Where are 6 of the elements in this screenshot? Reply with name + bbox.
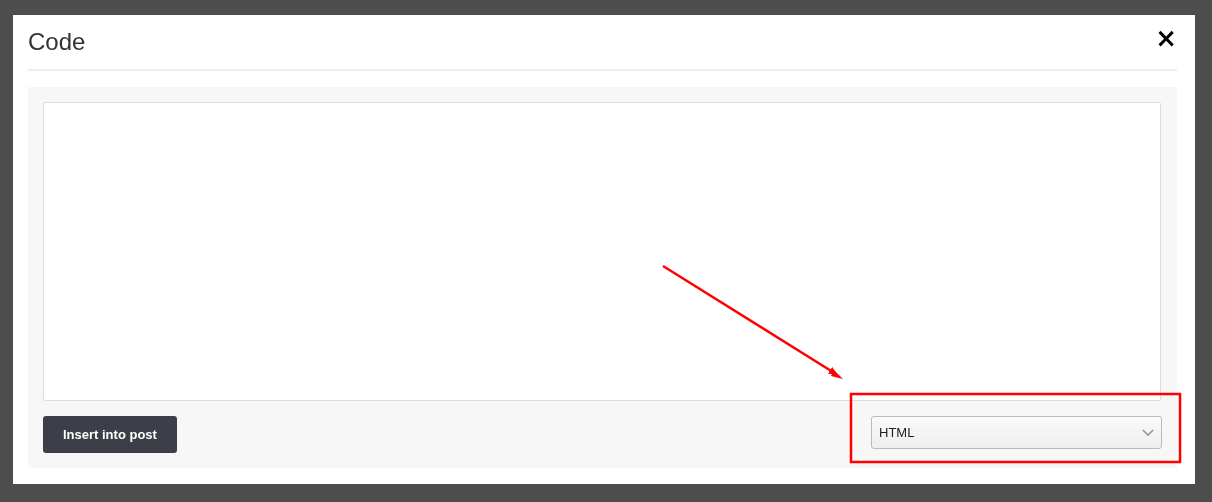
chevron-down-icon — [1142, 428, 1154, 437]
close-button[interactable]: × — [1155, 25, 1177, 51]
insert-button[interactable]: Insert into post — [43, 416, 177, 453]
code-input-field[interactable] — [43, 102, 1161, 401]
dialog-title: Code — [28, 28, 86, 56]
language-dropdown[interactable]: HTML — [871, 416, 1162, 449]
